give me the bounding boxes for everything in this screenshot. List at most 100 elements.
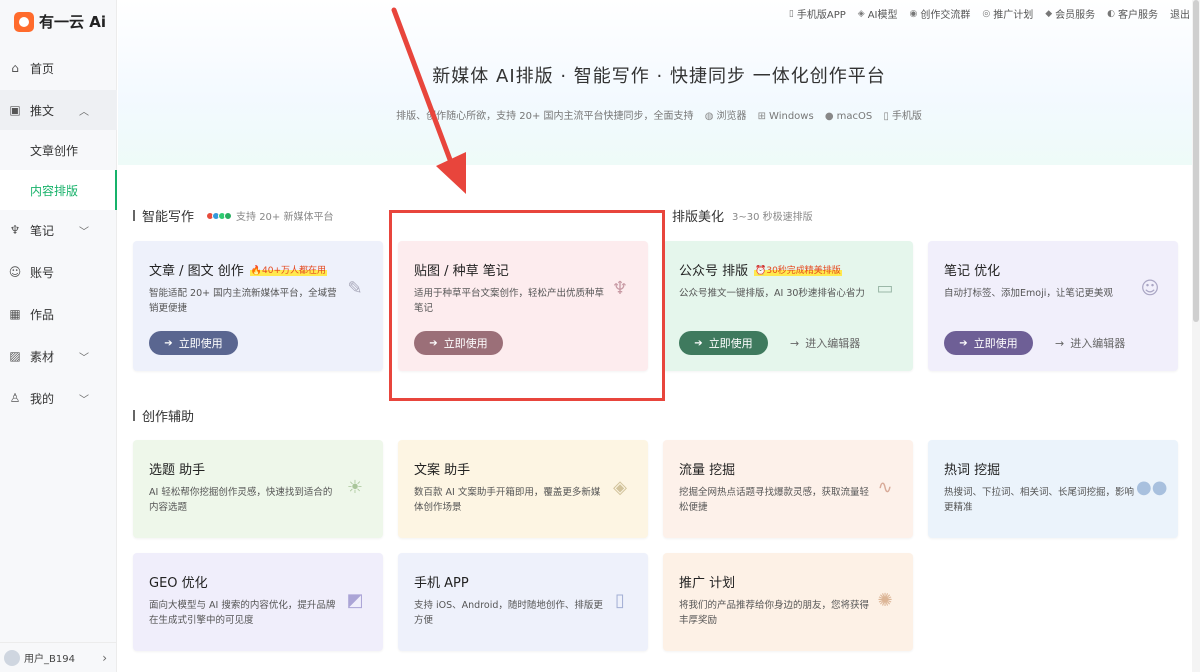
smile-icon: ☺ (1140, 278, 1160, 299)
card-copy-assistant[interactable]: 文案 助手 数百款 AI 文案助手开箱即用，覆盖更多新媒体创作场景 ◈ (398, 440, 648, 538)
card-desc: 自动打标签、添加Emoji，让笔记更美观 (944, 288, 1113, 299)
card-promotion-plan[interactable]: 推广 计划 将我们的产品推荐给你身边的朋友，您将获得丰厚奖励 ✺ (663, 553, 913, 651)
top-link-promotion[interactable]: ◎ 推广计划 (982, 6, 1033, 22)
card-title: 手机 APP (414, 576, 469, 591)
phone-icon: ▯ (883, 111, 889, 122)
card-title: GEO 优化 (149, 576, 208, 591)
top-link-ai-model[interactable]: ◈ AI模型 (857, 6, 898, 22)
card-geo-optimize[interactable]: GEO 优化 面向大模型与 AI 搜索的内容优化，提升品牌在生成式引擎中的可见度… (133, 553, 383, 651)
card-desc: 公众号推文一键排版，AI 30秒速排省心省力 (679, 288, 865, 299)
browser-icon: ◍ (704, 111, 714, 122)
avatar (4, 649, 20, 666)
sidebar-item-tweet[interactable]: ▣ 推文 ︿ (0, 90, 117, 130)
monitor-icon: ▭ (876, 278, 894, 299)
chevron-down-icon: ﹀ (79, 352, 89, 364)
sidebar-item-notes[interactable]: ♆ 笔记 ﹀ (0, 210, 117, 250)
pulse-icon: ∿ (877, 477, 893, 498)
hero-banner: ▯ 手机版APP ◈ AI模型 ◉ 创作交流群 ◎ 推广计划 ◆ 会员服务 ◐ 客户服务 退… (118, 0, 1200, 165)
card-article-create[interactable]: 文章 / 图文 创作 🔥40+万人都在用 智能适配 20+ 国内主流新媒体平台，全… (133, 241, 383, 371)
card-title: 文案 助手 (414, 463, 471, 478)
arrow-right-icon: → (790, 337, 800, 350)
sidebar-subitem-article[interactable]: 文章创作 (0, 130, 117, 170)
card-title: 推广 计划 (679, 576, 736, 591)
open-editor-link[interactable]: → 进入编辑器 (1055, 335, 1125, 351)
use-now-button[interactable]: ➔ 立即使用 (149, 331, 238, 355)
page-scrollbar[interactable] (1192, 0, 1200, 672)
card-desc: 面向大模型与 AI 搜索的内容优化，提升品牌在生成式引擎中的可见度 (149, 600, 336, 626)
sidebar-item-label: 账号 (30, 265, 55, 280)
card-title: 文章 / 图文 创作 🔥40+万人都在用 (149, 263, 327, 279)
chevron-down-icon: ﹀ (79, 226, 89, 238)
top-link-mobile-app[interactable]: ▯ 手机版APP (789, 6, 846, 22)
edit-icon: ▣ (9, 103, 21, 117)
use-now-button[interactable]: ➔ 立即使用 (679, 331, 768, 355)
dots-icon: ●● (1136, 477, 1168, 498)
open-editor-link[interactable]: → 进入编辑器 (790, 335, 860, 351)
sidebar-item-works[interactable]: ▦ 作品 (0, 294, 117, 334)
speed-badge: ⏰30秒完成精美排版 (754, 263, 842, 276)
sidebar-item-label: 首页 (30, 61, 55, 76)
card-topic-assistant[interactable]: 选题 助手 AI 轻松帮你挖掘创作灵感，快速找到适合的内容选题 ☀ (133, 440, 383, 538)
card-official-layout[interactable]: 公众号 排版 ⏰30秒完成精美排版 公众号推文一键排版，AI 30秒速排省心省力 … (663, 241, 913, 371)
user-name: 用户_B194 (24, 654, 75, 665)
chart-icon: ◩ (346, 590, 364, 611)
scrollbar-thumb[interactable] (1193, 0, 1199, 322)
section-title: 排版美化 (672, 210, 725, 225)
apple-icon: ● (824, 111, 834, 122)
card-title: 笔记 优化 (944, 264, 1001, 279)
top-link-membership[interactable]: ◆ 会员服务 (1045, 6, 1095, 22)
section-title: 智能写作 (142, 210, 195, 225)
section-hint: 3~30 秒极速排版 (732, 212, 813, 223)
card-title: 流量 挖掘 (679, 463, 736, 478)
card-desc: 智能适配 20+ 国内主流新媒体平台，全域营销更便捷 (149, 288, 337, 314)
top-link-logout[interactable]: 退出 (1170, 6, 1190, 21)
card-note-optimize[interactable]: 笔记 优化 自动打标签、添加Emoji，让笔记更美观 ☺ ➔ 立即使用 → 进入编辑… (928, 241, 1178, 371)
use-now-button[interactable]: ➔ 立即使用 (944, 331, 1033, 355)
platform-browser: ◍ 浏览器 (704, 111, 747, 122)
card-desc: 支持 iOS、Android，随时随地创作、排版更方便 (414, 600, 603, 626)
section-title: 创作辅助 (142, 410, 195, 425)
user-profile[interactable]: 用户_B194 › (0, 642, 117, 672)
headset-icon: ◐ (1107, 8, 1115, 19)
chevron-right-icon: › (102, 650, 107, 665)
logo-icon (14, 11, 34, 32)
card-traffic-mining[interactable]: 流量 挖掘 挖掘全网热点话题寻找爆款灵感，获取流量轻松便捷 ∿ (663, 440, 913, 538)
sidebar-subitem-label: 内容排版 (30, 183, 79, 198)
sidebar: 有一云 Ai ⌂ 首页 ▣ 推文 ︿ 文章创作 内容排版 ♆ 笔记 ﹀ ☺ 账号… (0, 0, 117, 672)
user-group-icon: ☺ (8, 265, 22, 279)
card-mobile-app[interactable]: 手机 APP 支持 iOS、Android，随时随地创作、排版更方便 ▯ (398, 553, 648, 651)
sidebar-item-label: 推文 (30, 103, 55, 118)
section-assist: 创作辅助 (133, 406, 194, 425)
app-name: 有一云 Ai (39, 13, 107, 31)
chevron-up-icon: ︿ (79, 106, 89, 118)
sidebar-item-mine[interactable]: ♙ 我的 ﹀ (0, 378, 117, 418)
phone-icon: ▯ (615, 590, 625, 611)
platform-mobile: ▯ 手机版 (883, 111, 922, 122)
section-writing: 智能写作 支持 20+ 新媒体平台 (133, 206, 333, 225)
platform-dots-icon (206, 211, 233, 220)
card-desc: 数百款 AI 文案助手开箱即用，覆盖更多新媒体创作场景 (414, 487, 601, 513)
card-desc: 热搜词、下拉词、相关词、长尾词挖掘，影响更精准 (944, 487, 1135, 513)
section-hint: 支持 20+ 新媒体平台 (236, 212, 334, 223)
app-logo[interactable]: 有一云 Ai (14, 11, 106, 32)
diamond-icon: ◆ (1045, 8, 1053, 19)
sidebar-item-label: 作品 (30, 307, 55, 322)
sidebar-item-material[interactable]: ▨ 素材 ﹀ (0, 336, 117, 376)
sidebar-subitem-label: 文章创作 (30, 143, 79, 158)
home-icon: ⌂ (11, 61, 19, 75)
card-hotword-mining[interactable]: 热词 挖掘 热搜词、下拉词、相关词、长尾词挖掘，影响更精准 ●● (928, 440, 1178, 538)
bulb-icon: ☀ (346, 477, 364, 498)
arrow-right-icon: ➔ (694, 337, 703, 349)
cube-icon: ◈ (857, 8, 865, 19)
section-layout: 排版美化 3~30 秒极速排版 (663, 206, 813, 225)
sprout-icon: ♆ (9, 223, 21, 237)
reward-icon: ✺ (877, 590, 893, 611)
top-link-support[interactable]: ◐ 客户服务 (1107, 6, 1158, 22)
sidebar-subitem-layout[interactable]: 内容排版 (0, 170, 117, 210)
arrow-right-icon: ➔ (959, 337, 968, 349)
top-link-community[interactable]: ◉ 创作交流群 (910, 6, 971, 22)
sidebar-item-account[interactable]: ☺ 账号 (0, 252, 117, 292)
popular-badge: 🔥40+万人都在用 (249, 263, 327, 276)
sidebar-item-home[interactable]: ⌂ 首页 (0, 48, 117, 88)
sidebar-item-label: 我的 (30, 391, 55, 406)
